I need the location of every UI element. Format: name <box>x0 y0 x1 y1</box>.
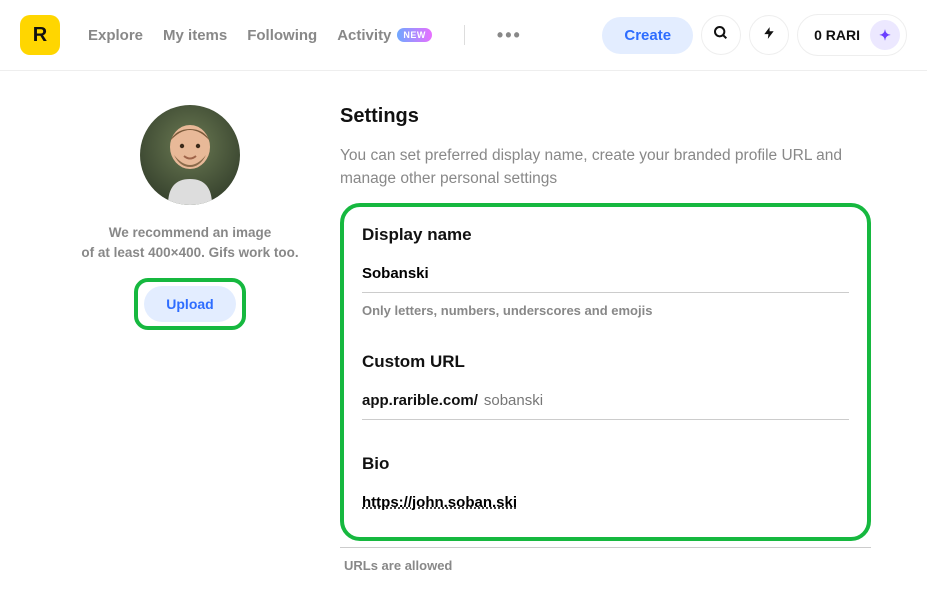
avatar-recommendation-line2: of at least 400×400. Gifs work too. <box>81 243 298 263</box>
rari-balance-pill[interactable]: 0 RARI ✦ <box>797 14 907 56</box>
notifications-button[interactable] <box>749 15 789 55</box>
custom-url-input[interactable] <box>484 392 683 409</box>
new-badge: NEW <box>397 28 432 42</box>
top-nav: R Explore My items Following Activity NE… <box>0 0 927 71</box>
custom-url-label: Custom URL <box>362 352 849 372</box>
nav-explore[interactable]: Explore <box>88 27 143 44</box>
lightning-icon <box>762 24 776 47</box>
page-title: Settings <box>340 105 871 128</box>
form-highlight: Display name Only letters, numbers, unde… <box>340 203 871 541</box>
rari-token-icon: ✦ <box>870 20 900 50</box>
custom-url-section: Custom URL app.rarible.com/ <box>362 352 849 420</box>
upload-highlight: Upload <box>134 278 245 330</box>
bio-input[interactable] <box>362 488 849 513</box>
display-name-label: Display name <box>362 225 849 245</box>
logo-letter: R <box>33 24 47 47</box>
rari-balance-text: 0 RARI <box>814 27 860 43</box>
more-menu-icon[interactable]: ••• <box>497 25 522 46</box>
upload-button[interactable]: Upload <box>144 286 235 322</box>
bio-underline <box>340 547 871 548</box>
bio-section: Bio <box>362 454 849 513</box>
main-nav: Explore My items Following Activity NEW … <box>88 25 522 46</box>
bio-hint: URLs are allowed <box>344 558 871 573</box>
logo[interactable]: R <box>20 15 60 55</box>
page-description: You can set preferred display name, crea… <box>340 144 860 191</box>
bio-label: Bio <box>362 454 849 474</box>
nav-divider <box>464 25 465 45</box>
display-name-section: Display name Only letters, numbers, unde… <box>362 225 849 318</box>
avatar[interactable] <box>140 105 240 205</box>
settings-page: We recommend an image of at least 400×40… <box>0 71 927 613</box>
display-name-hint: Only letters, numbers, underscores and e… <box>362 303 849 318</box>
nav-activity[interactable]: Activity NEW <box>337 27 432 44</box>
avatar-recommendation-line1: We recommend an image <box>109 223 272 243</box>
search-button[interactable] <box>701 15 741 55</box>
custom-url-prefix: app.rarible.com/ <box>362 392 478 409</box>
avatar-column: We recommend an image of at least 400×40… <box>80 105 300 573</box>
custom-url-row: app.rarible.com/ <box>362 386 849 420</box>
nav-my-items[interactable]: My items <box>163 27 227 44</box>
display-name-input[interactable] <box>362 259 849 293</box>
nav-activity-label: Activity <box>337 27 391 44</box>
nav-following[interactable]: Following <box>247 27 317 44</box>
create-button[interactable]: Create <box>602 17 693 54</box>
search-icon <box>713 25 729 46</box>
settings-form: Settings You can set preferred display n… <box>340 105 871 573</box>
